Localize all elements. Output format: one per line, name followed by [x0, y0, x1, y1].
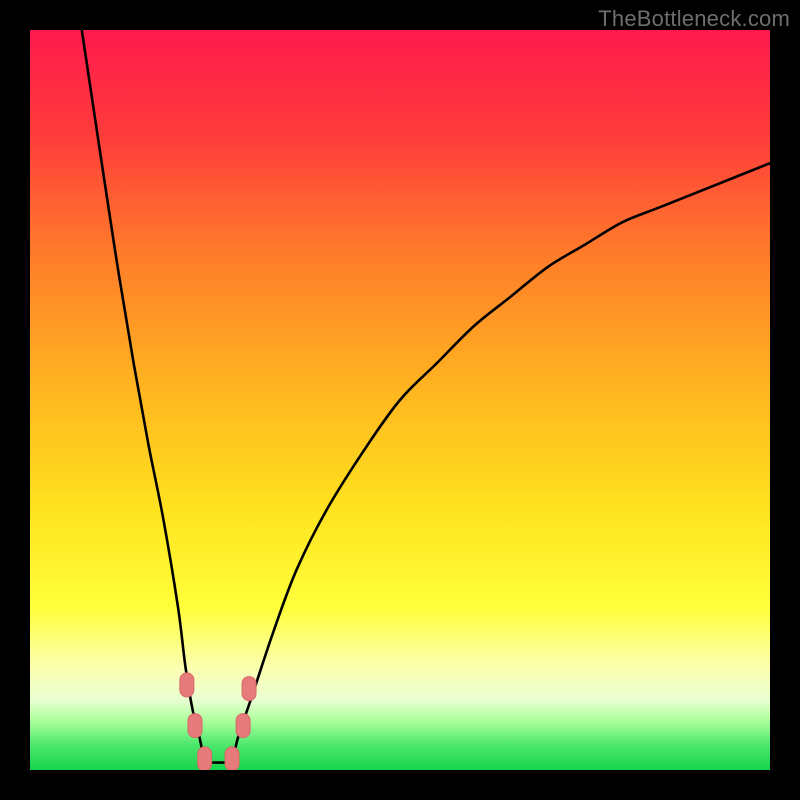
balance-marker — [188, 714, 202, 738]
chart-frame: TheBottleneck.com — [0, 0, 800, 800]
balance-marker — [242, 677, 256, 701]
balance-marker — [225, 747, 239, 770]
balance-marker — [180, 673, 194, 697]
balance-marker — [236, 714, 250, 738]
watermark-text: TheBottleneck.com — [598, 6, 790, 32]
bottleneck-chart — [30, 30, 770, 770]
balance-marker — [198, 747, 212, 770]
